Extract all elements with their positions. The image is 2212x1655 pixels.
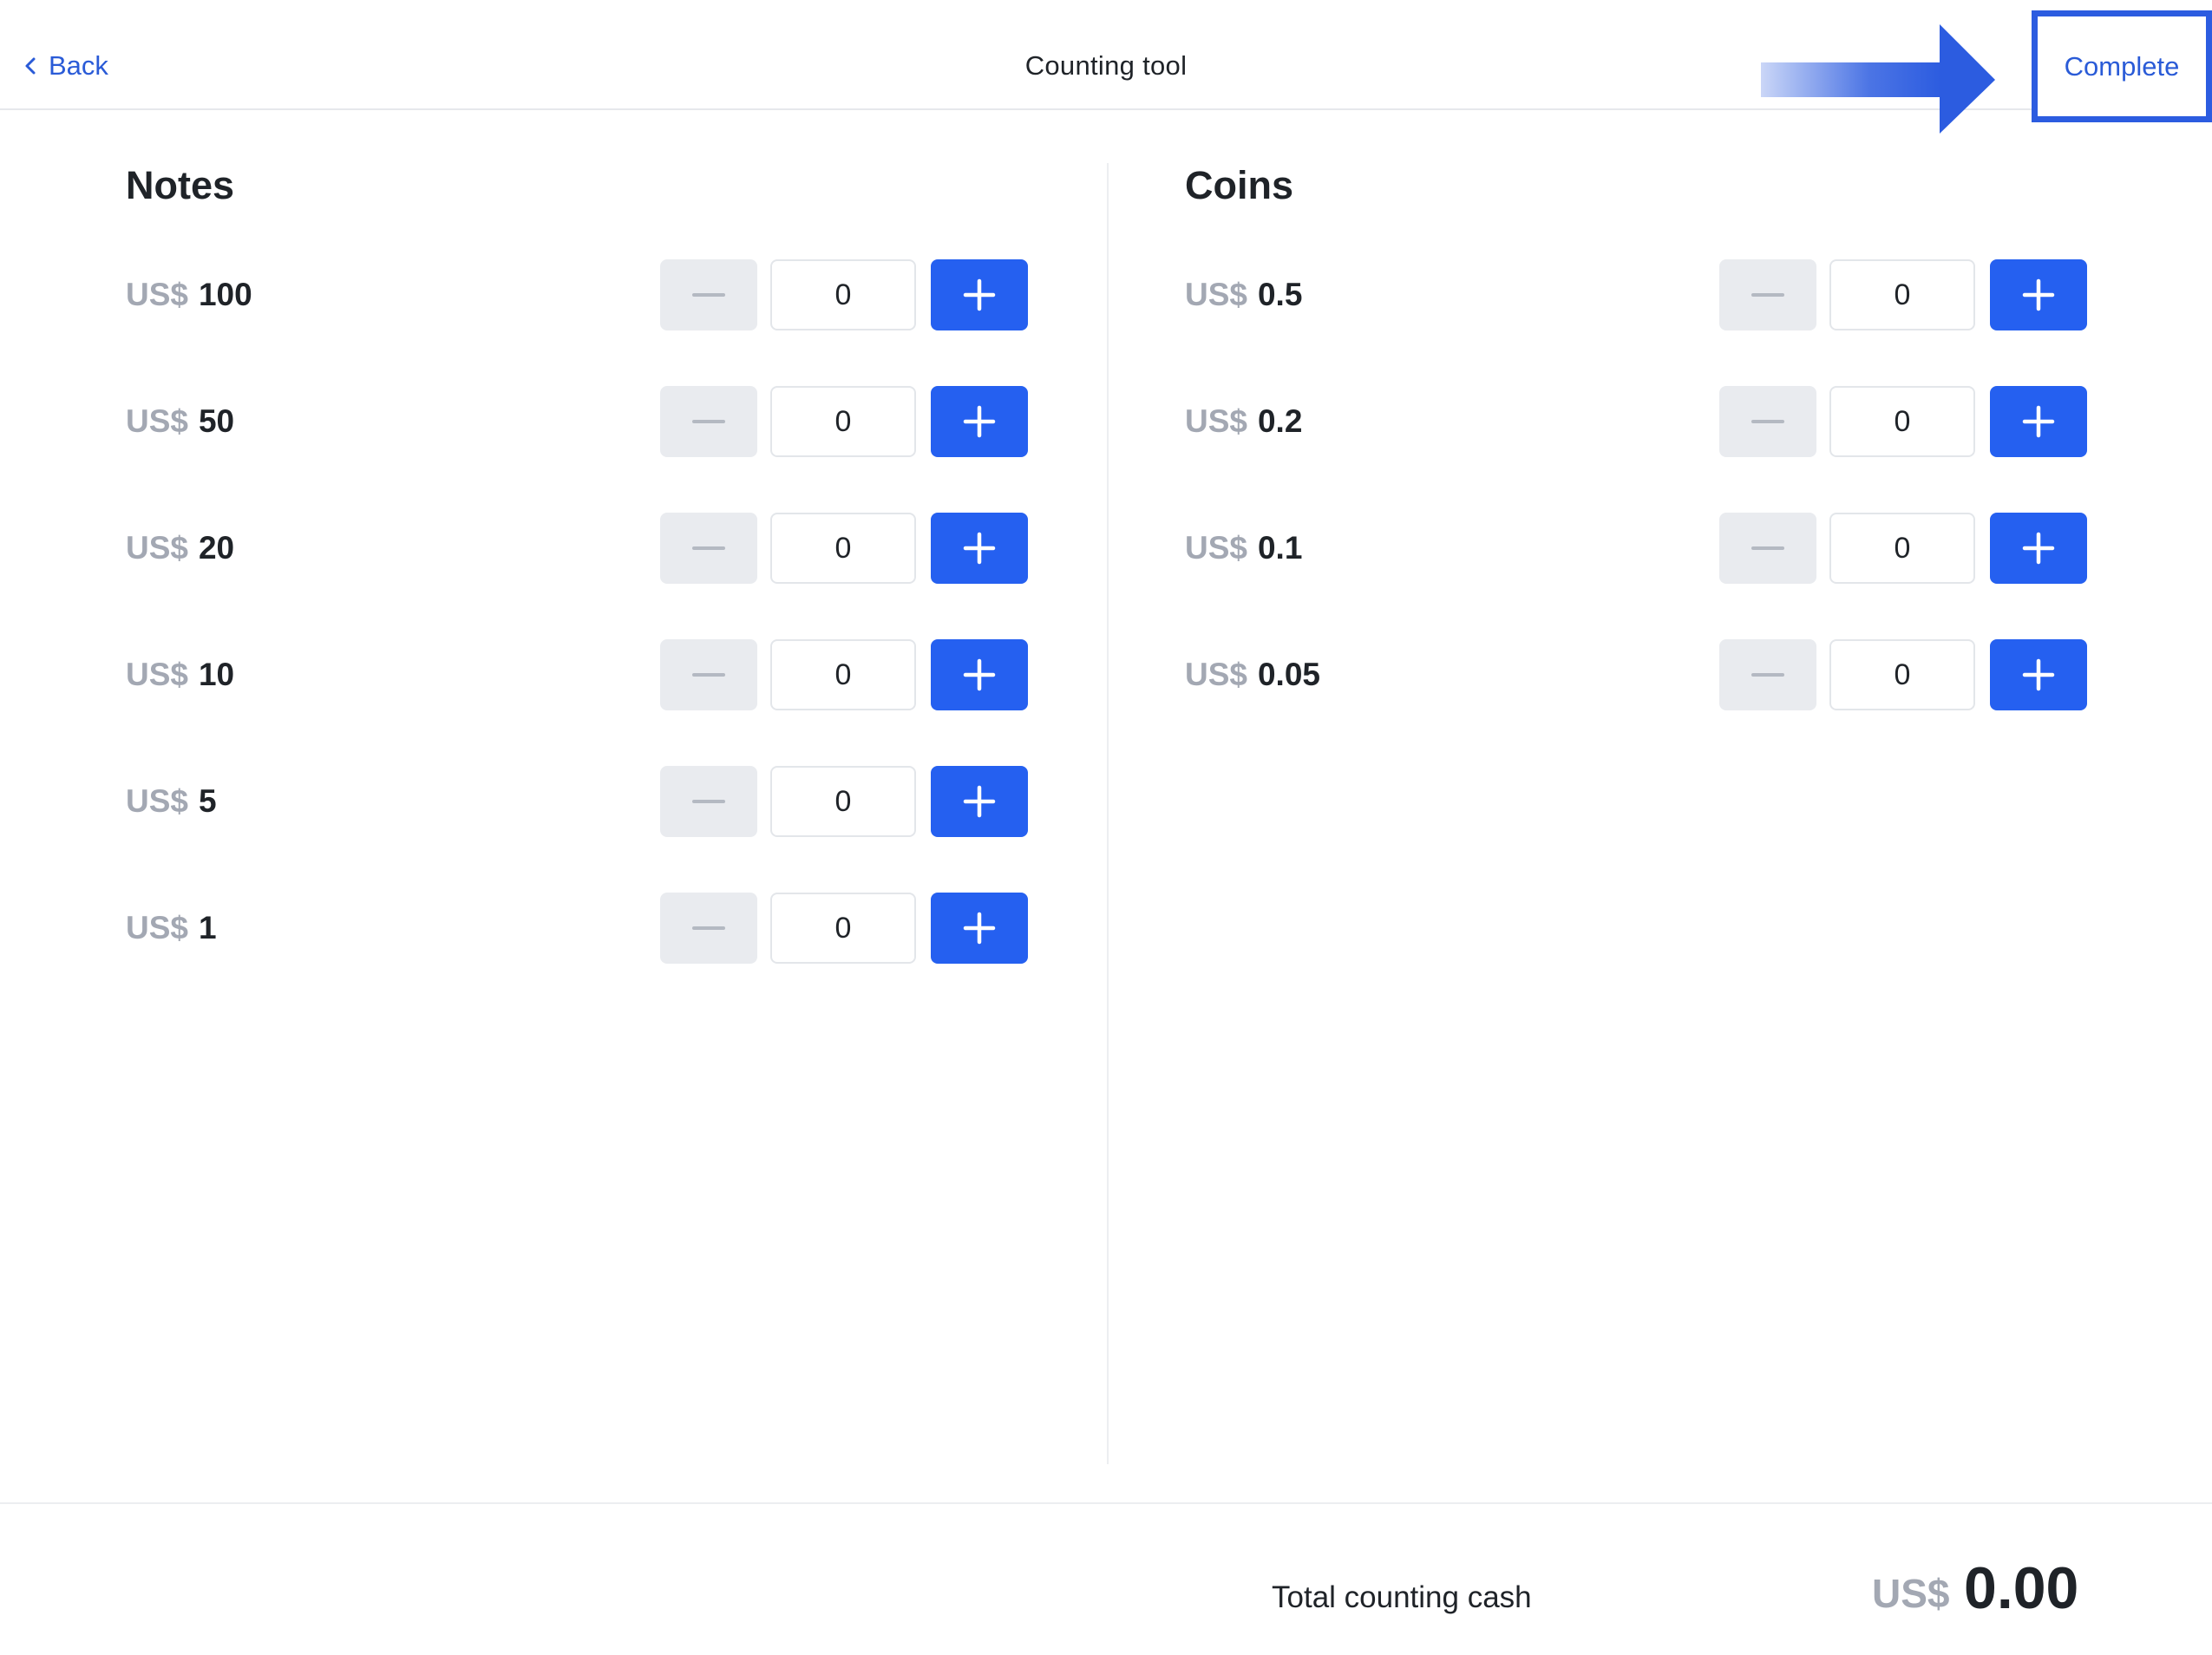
denomination-value: 100 <box>198 277 252 312</box>
currency-label: US$ <box>1185 403 1247 439</box>
column-divider <box>1107 163 1109 1464</box>
quantity-field[interactable]: 0 <box>1829 639 1975 710</box>
note-row-20: US$ 20 0 <box>126 513 1028 584</box>
quantity-field[interactable]: 0 <box>770 766 916 837</box>
denomination-value: 10 <box>198 657 235 692</box>
decrement-button[interactable] <box>1719 513 1816 584</box>
denomination-value: 20 <box>198 530 235 566</box>
quantity-field[interactable]: 0 <box>770 893 916 964</box>
plus-icon <box>2022 532 2055 565</box>
coin-row-0.5: US$ 0.5 0 <box>1185 259 2087 330</box>
increment-button[interactable] <box>1990 513 2087 584</box>
denomination-label: US$ 0.05 <box>1185 639 1320 710</box>
total-bar: Total counting cash US$ 0.00 <box>0 1502 2212 1655</box>
minus-icon <box>692 673 725 677</box>
minus-icon <box>1751 546 1784 550</box>
decrement-button[interactable] <box>1719 386 1816 457</box>
plus-icon <box>2022 405 2055 438</box>
currency-label: US$ <box>1185 277 1247 312</box>
currency-label: US$ <box>1185 657 1247 692</box>
quantity-field[interactable]: 0 <box>1829 513 1975 584</box>
total-value: 0.00 <box>1964 1555 2079 1621</box>
plus-icon <box>963 532 996 565</box>
quantity-field[interactable]: 0 <box>770 386 916 457</box>
note-row-1: US$ 1 0 <box>126 893 1028 964</box>
currency-label: US$ <box>126 657 188 692</box>
note-row-100: US$ 100 0 <box>126 259 1028 330</box>
currency-label: US$ <box>126 530 188 566</box>
denomination-value: 5 <box>198 783 217 819</box>
arrow-right-icon <box>1761 24 1995 134</box>
note-row-5: US$ 5 0 <box>126 766 1028 837</box>
decrement-button[interactable] <box>660 259 757 330</box>
increment-button[interactable] <box>931 259 1028 330</box>
minus-icon <box>1751 673 1784 677</box>
plus-icon <box>963 912 996 945</box>
currency-label: US$ <box>126 910 188 945</box>
increment-button[interactable] <box>1990 639 2087 710</box>
increment-button[interactable] <box>931 639 1028 710</box>
increment-button[interactable] <box>931 766 1028 837</box>
quantity-field[interactable]: 0 <box>770 513 916 584</box>
decrement-button[interactable] <box>660 639 757 710</box>
decrement-button[interactable] <box>1719 259 1816 330</box>
minus-icon <box>692 546 725 550</box>
decrement-button[interactable] <box>660 893 757 964</box>
quantity-field[interactable]: 0 <box>1829 259 1975 330</box>
coin-row-0.1: US$ 0.1 0 <box>1185 513 2087 584</box>
minus-icon <box>692 293 725 297</box>
complete-button[interactable]: Complete <box>2032 10 2212 122</box>
minus-icon <box>1751 293 1784 297</box>
coin-row-0.2: US$ 0.2 0 <box>1185 386 2087 457</box>
quantity-field[interactable]: 0 <box>770 639 916 710</box>
plus-icon <box>2022 278 2055 311</box>
decrement-button[interactable] <box>660 386 757 457</box>
plus-icon <box>963 785 996 818</box>
increment-button[interactable] <box>931 386 1028 457</box>
minus-icon <box>1751 420 1784 423</box>
plus-icon <box>963 658 996 691</box>
denomination-value: 0.1 <box>1257 530 1303 566</box>
coins-title: Coins <box>1185 163 1294 207</box>
note-row-50: US$ 50 0 <box>126 386 1028 457</box>
currency-label: US$ <box>126 403 188 439</box>
minus-icon <box>692 800 725 803</box>
decrement-button[interactable] <box>1719 639 1816 710</box>
denomination-label: US$ 1 <box>126 893 217 964</box>
plus-icon <box>963 278 996 311</box>
minus-icon <box>692 926 725 930</box>
denomination-value: 0.2 <box>1257 403 1303 439</box>
notes-title: Notes <box>126 163 235 207</box>
quantity-field[interactable]: 0 <box>770 259 916 330</box>
denomination-value: 0.05 <box>1257 657 1320 692</box>
currency-label: US$ <box>1185 530 1247 566</box>
denomination-value: 0.5 <box>1257 277 1303 312</box>
quantity-field[interactable]: 0 <box>1829 386 1975 457</box>
denomination-label: US$ 0.1 <box>1185 513 1302 584</box>
denomination-label: US$ 50 <box>126 386 234 457</box>
currency-label: US$ <box>126 277 188 312</box>
increment-button[interactable] <box>931 893 1028 964</box>
minus-icon <box>692 420 725 423</box>
denomination-value: 1 <box>198 910 217 945</box>
decrement-button[interactable] <box>660 766 757 837</box>
total-label: Total counting cash <box>1272 1580 1532 1614</box>
denomination-label: US$ 20 <box>126 513 234 584</box>
total-currency: US$ <box>1872 1571 1950 1616</box>
denomination-label: US$ 5 <box>126 766 217 837</box>
plus-icon <box>963 405 996 438</box>
decrement-button[interactable] <box>660 513 757 584</box>
denomination-label: US$ 10 <box>126 639 234 710</box>
increment-button[interactable] <box>1990 386 2087 457</box>
note-row-10: US$ 10 0 <box>126 639 1028 710</box>
increment-button[interactable] <box>1990 259 2087 330</box>
denomination-label: US$ 0.5 <box>1185 259 1302 330</box>
increment-button[interactable] <box>931 513 1028 584</box>
denomination-label: US$ 100 <box>126 259 252 330</box>
currency-label: US$ <box>126 783 188 819</box>
denomination-value: 50 <box>198 403 235 439</box>
plus-icon <box>2022 658 2055 691</box>
denomination-label: US$ 0.2 <box>1185 386 1302 457</box>
coin-row-0.05: US$ 0.05 0 <box>1185 639 2087 710</box>
